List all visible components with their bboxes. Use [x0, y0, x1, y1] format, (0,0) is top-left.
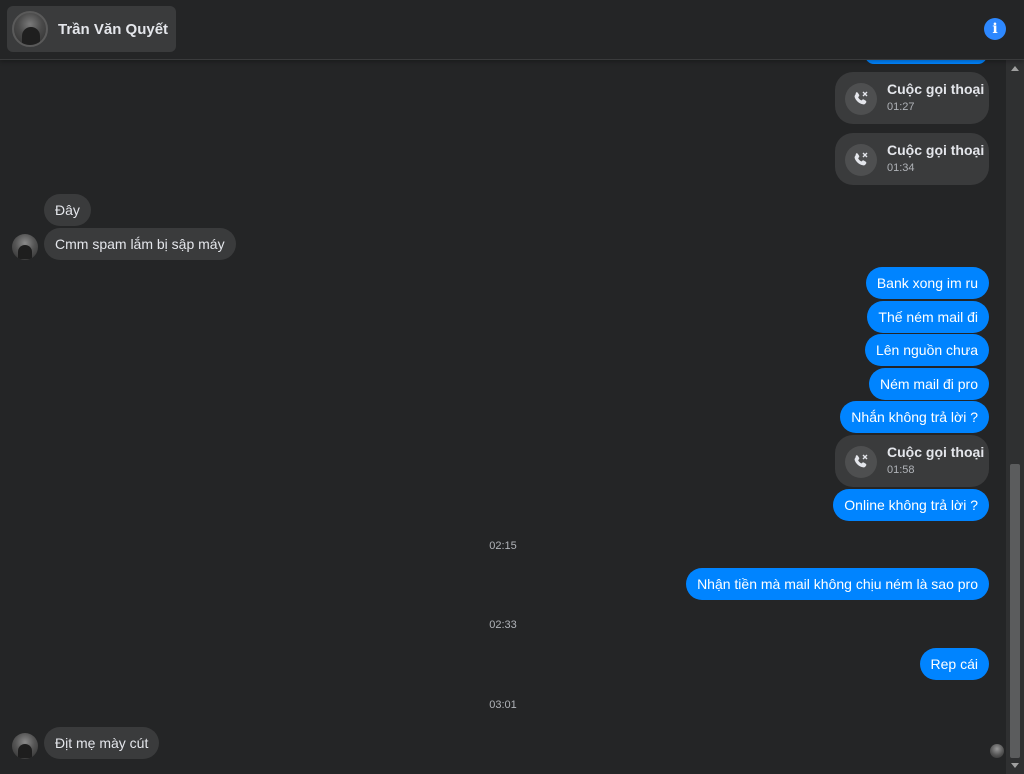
incoming-message[interactable]: Cmm spam lắm bị sập máy: [44, 228, 236, 260]
seen-indicator-avatar: [990, 744, 1004, 758]
call-duration: 01:34: [887, 162, 915, 174]
contact-name: Trần Văn Quyết: [58, 20, 169, 38]
call-duration: 01:27: [887, 101, 915, 113]
contact-profile-button[interactable]: Trần Văn Quyết: [7, 6, 177, 52]
missed-call-icon: [845, 144, 877, 176]
message-timestamp: 02:15: [489, 540, 517, 552]
outgoing-message[interactable]: Lên nguồn chưa: [864, 334, 989, 366]
call-title: Cuộc gọi thoại: [887, 142, 985, 158]
scroll-up-arrow-icon[interactable]: [1011, 66, 1019, 71]
incoming-message[interactable]: Địt mẹ mày cút: [44, 727, 160, 759]
incoming-message[interactable]: Đây: [44, 194, 91, 226]
info-icon[interactable]: i: [984, 18, 1006, 40]
message-thread: Cuộc gọi thoại 01:27 Cuộc gọi thoại 01:3…: [0, 60, 1006, 774]
sender-avatar[interactable]: [12, 234, 38, 260]
message-timestamp: 02:33: [489, 619, 517, 631]
message-timestamp: 03:01: [489, 699, 517, 711]
call-title: Cuộc gọi thoại: [887, 444, 985, 460]
outgoing-message[interactable]: Bank xong im ru: [865, 267, 989, 299]
sender-avatar[interactable]: [12, 733, 38, 759]
thread-scrollbar[interactable]: [1006, 60, 1024, 774]
missed-call-icon: [845, 446, 877, 478]
voice-call-card[interactable]: Cuộc gọi thoại 01:34: [835, 133, 989, 185]
outgoing-message[interactable]: Nhận tiền mà mail không chịu ném là sao …: [686, 568, 989, 600]
voice-call-card[interactable]: Cuộc gọi thoại 01:58: [835, 435, 989, 487]
outgoing-message[interactable]: Nhắn không trả lời ?: [840, 401, 989, 433]
outgoing-message[interactable]: Thế ném mail đi: [867, 301, 989, 333]
contact-avatar: [12, 11, 48, 47]
missed-call-icon: [845, 83, 877, 115]
voice-call-card[interactable]: Cuộc gọi thoại 01:27: [835, 72, 989, 124]
outgoing-message[interactable]: Ném mail đi pro: [868, 368, 989, 400]
outgoing-message[interactable]: Rep cái: [919, 648, 989, 680]
conversation-header: Trần Văn Quyết i: [0, 0, 1024, 60]
scrollbar-thumb[interactable]: [1010, 464, 1020, 758]
call-duration: 01:58: [887, 464, 915, 476]
message-bubble-partial[interactable]: [865, 60, 987, 64]
scroll-down-arrow-icon[interactable]: [1011, 763, 1019, 768]
outgoing-message[interactable]: Online không trả lời ?: [833, 489, 989, 521]
call-title: Cuộc gọi thoại: [887, 81, 985, 97]
info-icon-symbol: i: [992, 21, 998, 37]
